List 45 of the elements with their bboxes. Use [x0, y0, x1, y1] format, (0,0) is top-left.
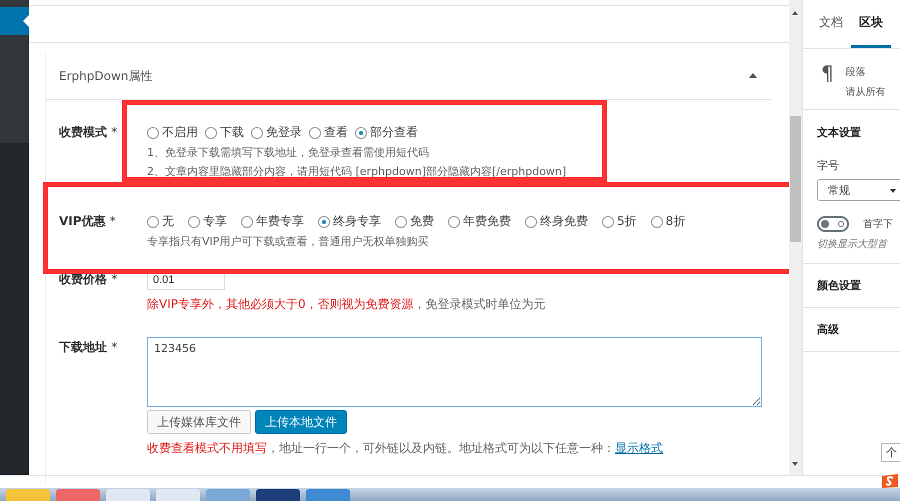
radio-option[interactable]: 5折 [602, 213, 637, 230]
help-text: 除VIP专享外，其他必须大于0，否则视为免费资源，免登录模式时单位为元 [147, 296, 547, 313]
required-mark: * [110, 214, 116, 228]
upload-button[interactable]: 上传本地文件 [255, 410, 347, 434]
radio-option[interactable]: 下载 [205, 124, 244, 141]
help-text: 专享指只有VIP用户可下载或查看，普通用户无权单独购买 [147, 234, 430, 249]
required-mark: * [111, 125, 118, 139]
font-size-select[interactable]: 常规 [817, 179, 900, 201]
sidebar-tab[interactable]: 区块 [851, 0, 891, 48]
ime-tooltip: 个 [881, 443, 900, 462]
radio-option[interactable]: 查看 [309, 124, 348, 141]
field-label: 收费模式 [59, 125, 107, 139]
radio-option[interactable]: 无 [147, 213, 174, 230]
radio-option[interactable]: 终身免费 [525, 213, 588, 230]
field-label: VIP优惠 [59, 214, 106, 228]
radio-option[interactable]: 免费 [395, 213, 434, 230]
section-title[interactable]: 高级 [803, 308, 900, 352]
panel-title: ErphpDown属性 [59, 68, 152, 84]
toggle-label: 首字下 [863, 218, 893, 231]
radio-option[interactable]: 终身专享 [318, 213, 381, 230]
field-label: 下载地址 [59, 340, 107, 354]
radio-option[interactable]: 年费免费 [448, 213, 511, 230]
radio-option[interactable]: 8折 [650, 213, 686, 230]
help-text: 收费查看模式不用填写，地址一行一个，可外链以及内链。地址格式可为以下任意一种：显示格式 [147, 440, 664, 457]
help-text: 2、文章内容里隐藏部分内容，请用短代码 [erphpdown]部分隐藏内容[/erphpdown] [147, 164, 568, 179]
field-label: 字号 [817, 158, 840, 173]
block-description: 请从所有 [846, 86, 886, 99]
section-title[interactable]: 文本设置 [817, 125, 900, 140]
block-name: 段落 [846, 66, 867, 79]
upload-button[interactable]: 上传媒体库文件 [147, 410, 251, 434]
required-mark: * [111, 272, 118, 286]
radio-option[interactable]: 不启用 [147, 124, 198, 141]
show-format-link[interactable]: 显示格式 [615, 441, 663, 455]
radio-option[interactable]: 部分查看 [355, 124, 418, 141]
sidebar-tab[interactable]: 文档 [811, 0, 851, 48]
radio-option[interactable]: 专享 [188, 213, 227, 230]
section-title[interactable]: 颜色设置 [803, 264, 900, 308]
required-mark: * [111, 340, 118, 354]
help-text: 1、免登录下载需填写下载地址，免登录查看需使用短代码 [147, 145, 430, 160]
radio-option[interactable]: 免登录 [251, 124, 302, 141]
field-label: 收费价格 [59, 272, 107, 286]
radio-option[interactable]: 年费专享 [241, 213, 304, 230]
url-textarea[interactable]: 123456 [147, 337, 762, 407]
paragraph-icon: ¶ [821, 63, 834, 99]
help-text: 切换显示大型首 [817, 238, 890, 251]
